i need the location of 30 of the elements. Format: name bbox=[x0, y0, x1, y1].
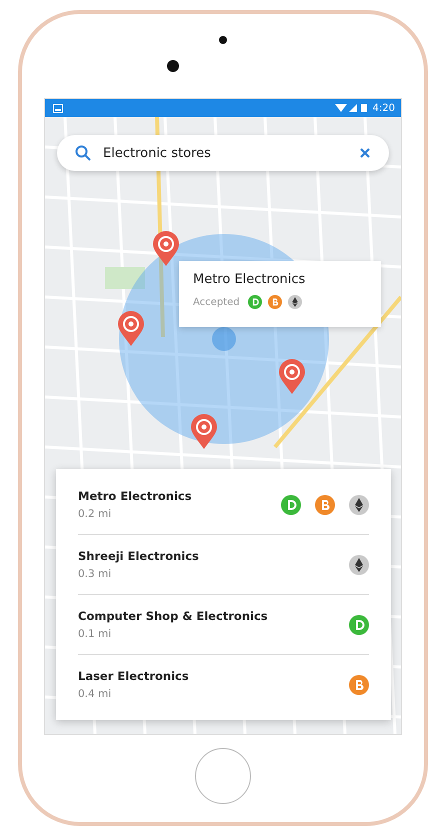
image-notification-icon bbox=[53, 104, 63, 112]
store-list-item[interactable]: Laser Electronics 0.4 mi bbox=[78, 655, 369, 714]
store-distance: 0.2 mi bbox=[78, 508, 112, 520]
store-list-item[interactable]: Shreeji Electronics 0.3 mi bbox=[78, 535, 369, 595]
store-name: Laser Electronics bbox=[78, 669, 189, 683]
search-icon bbox=[75, 145, 91, 161]
accepted-label: Accepted bbox=[193, 296, 240, 308]
store-list-item[interactable]: Metro Electronics 0.2 mi bbox=[78, 475, 369, 535]
search-field[interactable]: Electronic stores bbox=[57, 135, 389, 171]
location-dot bbox=[212, 327, 236, 351]
store-list-item[interactable]: Computer Shop & Electronics 0.1 mi bbox=[78, 595, 369, 655]
map-pin-icon[interactable] bbox=[278, 359, 306, 395]
close-icon[interactable] bbox=[359, 147, 371, 159]
map-pin-icon[interactable] bbox=[117, 311, 145, 347]
camera-dot bbox=[167, 60, 179, 72]
store-popup[interactable]: Metro Electronics Accepted bbox=[179, 261, 381, 327]
store-name: Shreeji Electronics bbox=[78, 549, 199, 563]
store-distance: 0.1 mi bbox=[78, 628, 112, 640]
map-pin-icon[interactable] bbox=[152, 231, 180, 267]
status-time: 4:20 bbox=[372, 102, 395, 114]
sensor-dot bbox=[219, 36, 227, 44]
store-name: Computer Shop & Electronics bbox=[78, 609, 268, 623]
popup-title: Metro Electronics bbox=[193, 272, 306, 287]
store-name: Metro Electronics bbox=[78, 489, 192, 503]
store-distance: 0.4 mi bbox=[78, 688, 112, 700]
home-button[interactable] bbox=[195, 748, 251, 804]
map-pin-icon[interactable] bbox=[190, 414, 218, 450]
store-distance: 0.3 mi bbox=[78, 568, 112, 580]
search-text: Electronic stores bbox=[103, 146, 212, 160]
signal-battery-icon bbox=[334, 103, 369, 113]
